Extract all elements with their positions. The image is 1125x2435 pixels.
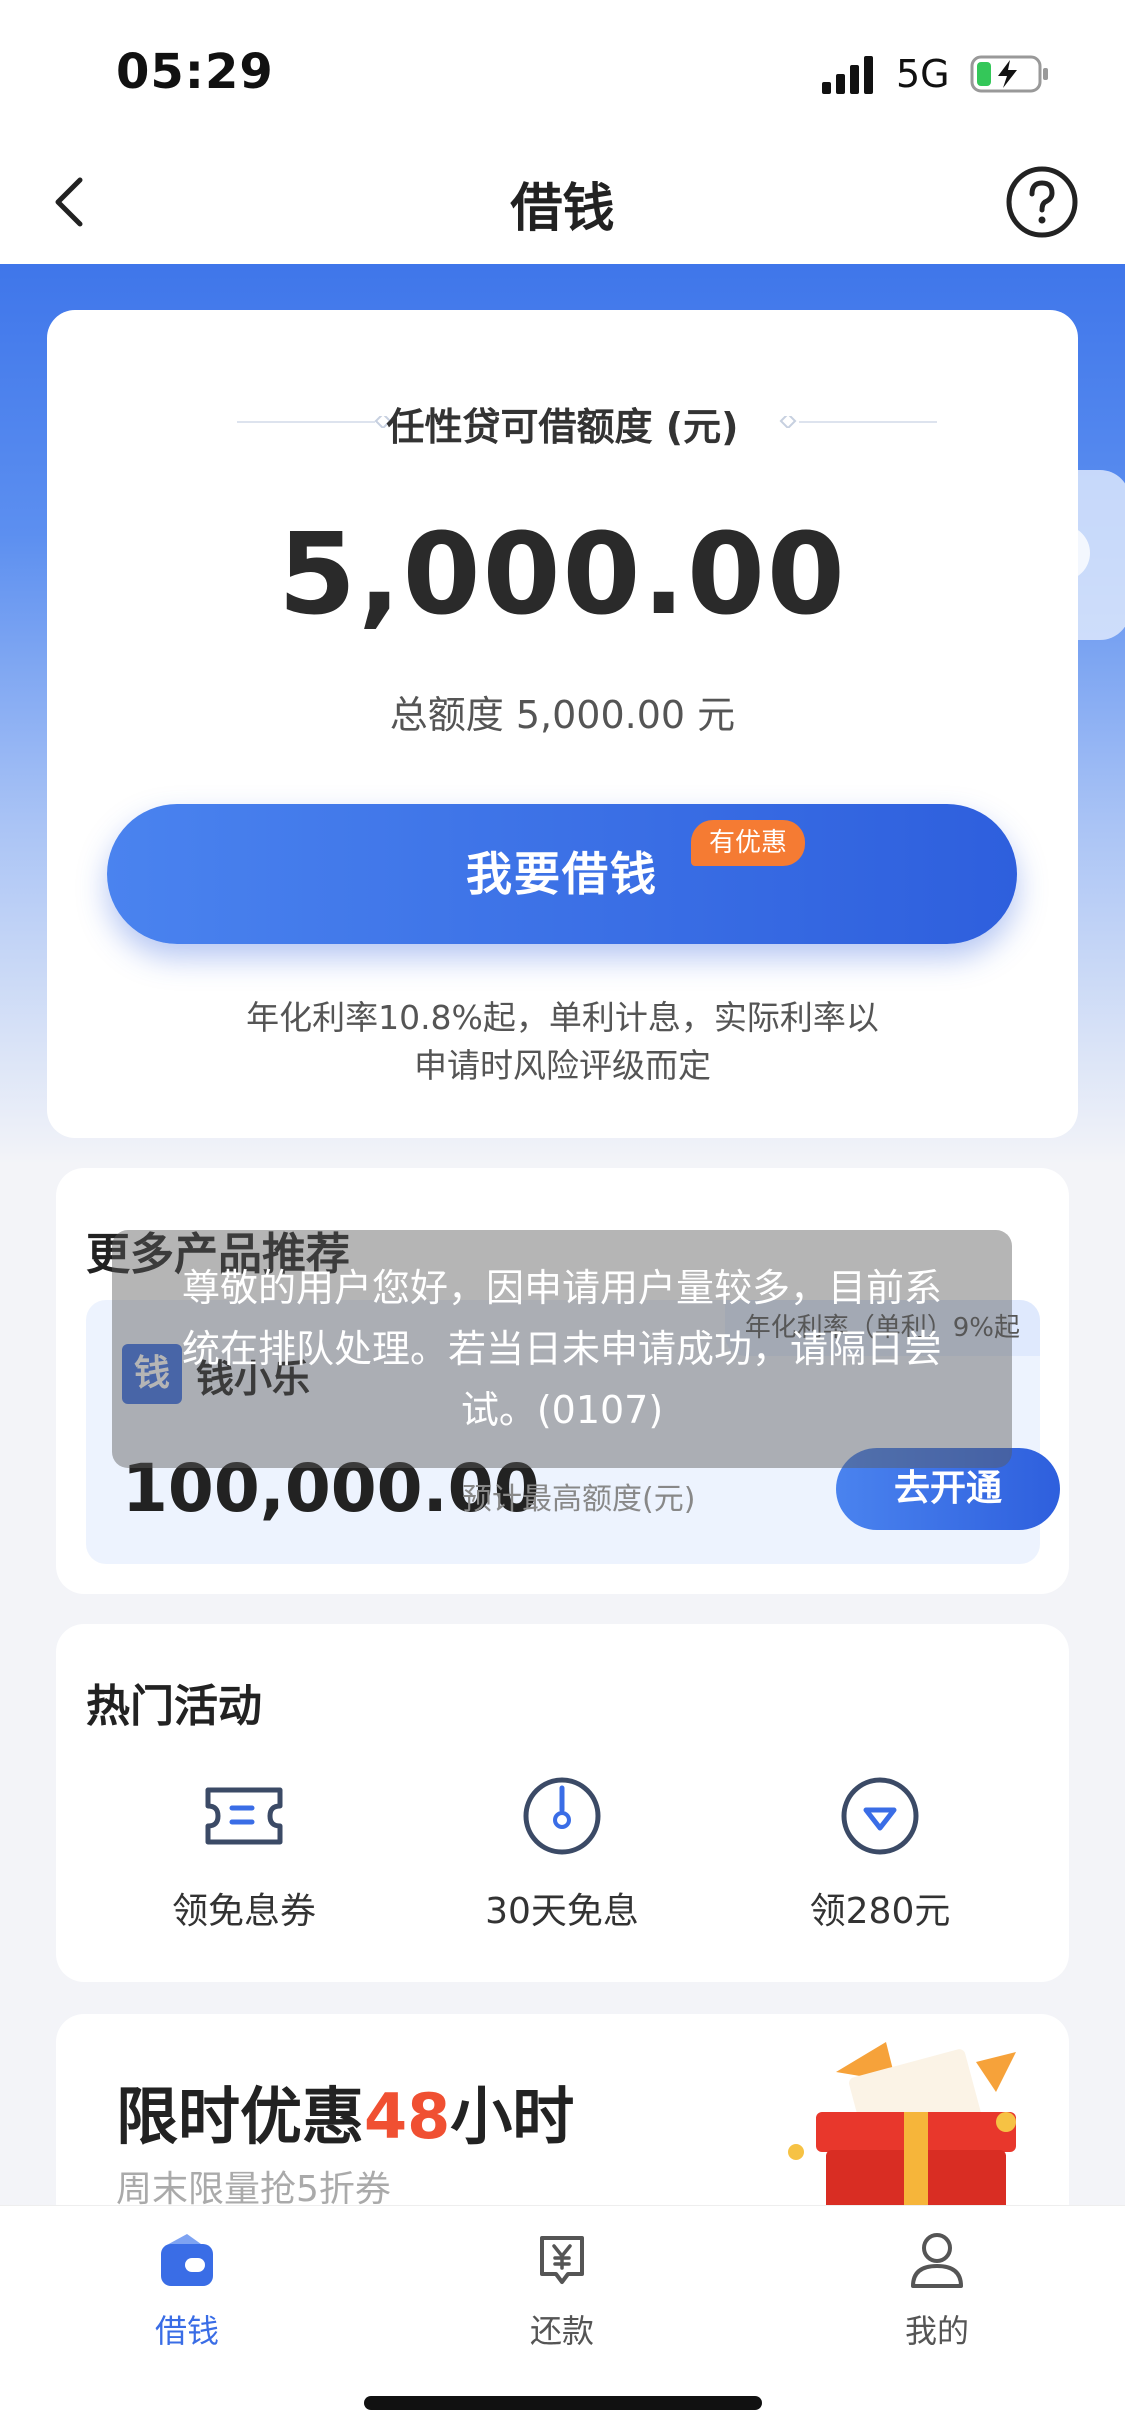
available-amount: 5,000.00 [278, 510, 847, 640]
activity-label: 领280元 [809, 1891, 951, 1932]
battery-charging-icon [970, 55, 1048, 93]
product-amount-label: 预计最高额度(元) [462, 1482, 696, 1517]
tab-borrow[interactable]: 借钱 [67, 2226, 307, 2352]
hot-activities-card: 热门活动 领免息券 30天免息 领280元 [56, 1624, 1069, 1982]
rate-note-line2: 申请时风险评级而定 [414, 1046, 711, 1085]
activity-cash[interactable]: 领280元 [730, 1774, 1030, 1934]
activity-label: 领免息券 [171, 1891, 316, 1932]
credit-card: 任性贷可借额度 (元) 5,000.00 总额度 5,000.00 元 我要借钱… [47, 310, 1078, 1138]
toast-line1: 尊敬的用户您好，因申请用户量较多，目前系 [181, 1266, 942, 1310]
tab-label: 还款 [529, 2312, 594, 2350]
status-bar: 05:29 5G [0, 0, 1125, 140]
tab-label: 借钱 [154, 2312, 219, 2350]
repay-icon [540, 2236, 584, 2284]
user-icon [911, 2233, 963, 2288]
promo-title-highlight: 48 [364, 2080, 451, 2153]
coupon-icon [205, 1787, 283, 1845]
help-icon[interactable] [1004, 164, 1080, 240]
promo-title: 限时优惠48小时 [116, 2066, 574, 2156]
toast-line2: 统在排队处理。若当日未申请成功，请隔日尝 [181, 1327, 942, 1371]
tab-label: 我的 [904, 2312, 969, 2350]
divider-ornament-right [779, 416, 937, 428]
activity-coupon[interactable]: 领免息券 [94, 1774, 394, 1934]
activity-interest-free[interactable]: 30天免息 [412, 1774, 712, 1934]
discount-badge: 有优惠 [691, 820, 806, 866]
total-limit: 总额度 5,000.00 元 [389, 693, 736, 737]
promo-title-prefix: 限时优惠 [116, 2080, 365, 2153]
rate-note: 年化利率10.8%起，单利计息，实际利率以 申请时风险评级而定 [47, 994, 1078, 1090]
tab-mine[interactable]: 我的 [817, 2226, 1057, 2352]
page-title: 借钱 [510, 179, 615, 239]
borrow-button[interactable]: 我要借钱 [107, 804, 1017, 944]
signal-icon [822, 56, 873, 94]
rate-note-line1: 年化利率10.8%起，单利计息，实际利率以 [246, 998, 879, 1037]
status-time: 05:29 [116, 44, 274, 100]
promo-title-suffix: 小时 [450, 2080, 575, 2153]
wallet-icon [161, 2234, 213, 2286]
section-title-hot-activities: 热门活动 [86, 1681, 262, 1732]
activity-label: 30天免息 [485, 1891, 639, 1932]
home-indicator [364, 2396, 762, 2410]
clock-icon [523, 1777, 601, 1855]
toast-message: 尊敬的用户您好，因申请用户量较多，目前系 统在排队处理。若当日未申请成功，请隔日… [112, 1230, 1012, 1468]
nav-bar: 借钱 [0, 140, 1125, 264]
promo-subtitle: 周末限量抢5折券 [116, 2169, 391, 2210]
heart-badge-icon [841, 1777, 919, 1855]
tab-repay[interactable]: 还款 [442, 2226, 682, 2352]
toast-line3: 试。(0107) [460, 1388, 664, 1432]
network-label: 5G [896, 52, 950, 96]
